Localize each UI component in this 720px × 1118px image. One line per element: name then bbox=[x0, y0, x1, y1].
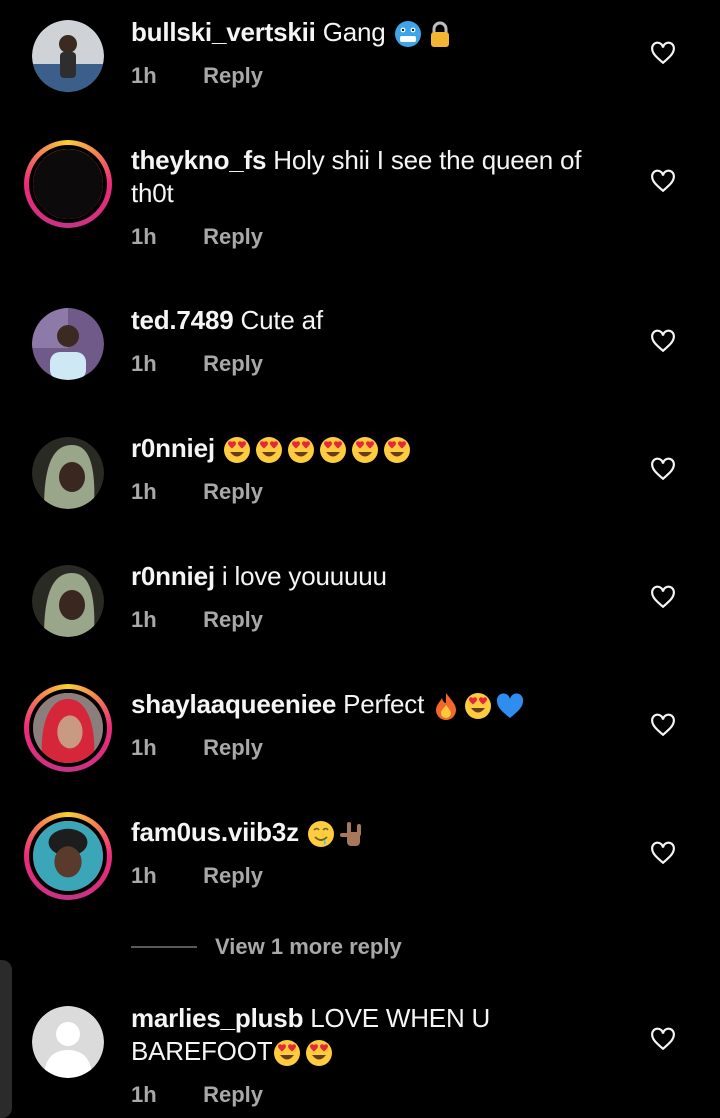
comment-time: 1h bbox=[131, 863, 157, 889]
comment-username[interactable]: theykno_fs bbox=[131, 145, 266, 175]
comment-username[interactable]: fam0us.viib3z bbox=[131, 817, 299, 847]
avatar[interactable] bbox=[32, 437, 104, 509]
love-you-gesture-emoji bbox=[339, 822, 361, 847]
blue-heart-emoji bbox=[497, 693, 524, 719]
comments-screen: bullski_vertskii Gang 1h Reply theykno_f… bbox=[0, 0, 720, 1118]
comment-text: Perfect bbox=[343, 689, 425, 719]
avatar-photo bbox=[33, 821, 103, 891]
heart-eyes-emoji bbox=[274, 1040, 301, 1067]
heart-eyes-emoji bbox=[465, 693, 492, 720]
like-heart-icon[interactable] bbox=[650, 168, 676, 194]
reply-button[interactable]: Reply bbox=[203, 63, 263, 88]
heart-eyes-emoji bbox=[223, 437, 250, 464]
comment-username[interactable]: ted.7489 bbox=[131, 305, 234, 335]
comment-time: 1h bbox=[131, 735, 157, 761]
drooling-face-emoji bbox=[307, 821, 334, 848]
comment-text-continued: BAREFOOT bbox=[131, 1036, 273, 1066]
comment-username[interactable]: r0nniej bbox=[131, 433, 215, 463]
comment-time: 1h bbox=[131, 63, 157, 89]
like-heart-icon[interactable] bbox=[650, 712, 676, 738]
comment-username[interactable]: shaylaaqueeniee bbox=[131, 689, 336, 719]
heart-eyes-emoji bbox=[306, 1040, 333, 1067]
avatar[interactable] bbox=[24, 812, 112, 900]
comment-username[interactable]: marlies_plusb bbox=[131, 1003, 303, 1033]
replies-divider bbox=[131, 946, 197, 948]
cold-face-emoji bbox=[394, 21, 421, 48]
fire-emoji bbox=[436, 693, 457, 721]
reply-button[interactable]: Reply bbox=[203, 224, 263, 249]
avatar-photo bbox=[32, 20, 104, 92]
comment-time: 1h bbox=[131, 479, 157, 505]
view-more-replies[interactable]: View 1 more reply bbox=[131, 932, 402, 962]
avatar-photo bbox=[33, 149, 103, 219]
avatar[interactable] bbox=[32, 308, 104, 380]
like-heart-icon[interactable] bbox=[650, 456, 676, 482]
comment-time: 1h bbox=[131, 607, 157, 632]
comment-text: i love youuuuu bbox=[221, 561, 387, 591]
view-more-replies-label[interactable]: View 1 more reply bbox=[215, 934, 402, 960]
reply-button[interactable]: Reply bbox=[203, 607, 263, 632]
like-heart-icon[interactable] bbox=[650, 40, 676, 66]
heart-eyes-emoji bbox=[383, 437, 410, 464]
like-heart-icon[interactable] bbox=[650, 584, 676, 610]
comment-time: 1h bbox=[131, 1082, 157, 1108]
reply-button[interactable]: Reply bbox=[203, 479, 263, 504]
heart-eyes-emoji bbox=[319, 437, 346, 464]
heart-eyes-emoji bbox=[351, 437, 378, 464]
comment-username[interactable]: bullski_vertskii bbox=[131, 17, 316, 47]
like-heart-icon[interactable] bbox=[650, 840, 676, 866]
like-heart-icon[interactable] bbox=[650, 328, 676, 354]
comment-time: 1h bbox=[131, 224, 157, 249]
comment-time: 1h bbox=[131, 351, 157, 376]
comment-text: Cute af bbox=[240, 305, 324, 335]
comment-text-continued: th0t bbox=[131, 178, 174, 208]
heart-eyes-emoji bbox=[287, 437, 314, 464]
avatar[interactable] bbox=[24, 140, 112, 228]
reply-button[interactable]: Reply bbox=[203, 735, 263, 760]
avatar-photo bbox=[32, 308, 104, 380]
edge-handle[interactable] bbox=[0, 960, 12, 1118]
avatar[interactable] bbox=[32, 20, 104, 92]
default-avatar-icon bbox=[32, 1006, 104, 1078]
comment-text: Holy shii I see the queen of bbox=[273, 145, 582, 175]
like-heart-icon[interactable] bbox=[650, 1026, 676, 1052]
comment-text: LOVE WHEN U bbox=[310, 1003, 491, 1033]
avatar[interactable] bbox=[24, 684, 112, 772]
reply-button[interactable]: Reply bbox=[203, 351, 263, 376]
comment-text: Gang bbox=[322, 17, 386, 47]
avatar[interactable] bbox=[32, 565, 104, 637]
avatar-photo bbox=[33, 693, 103, 763]
reply-button[interactable]: Reply bbox=[203, 863, 263, 888]
lock-emoji bbox=[430, 21, 449, 48]
reply-button[interactable]: Reply bbox=[203, 1082, 263, 1107]
heart-eyes-emoji bbox=[255, 437, 282, 464]
avatar-photo bbox=[32, 565, 104, 637]
comment-username[interactable]: r0nniej bbox=[131, 561, 215, 591]
avatar-photo bbox=[32, 437, 104, 509]
avatar[interactable] bbox=[32, 1006, 104, 1078]
